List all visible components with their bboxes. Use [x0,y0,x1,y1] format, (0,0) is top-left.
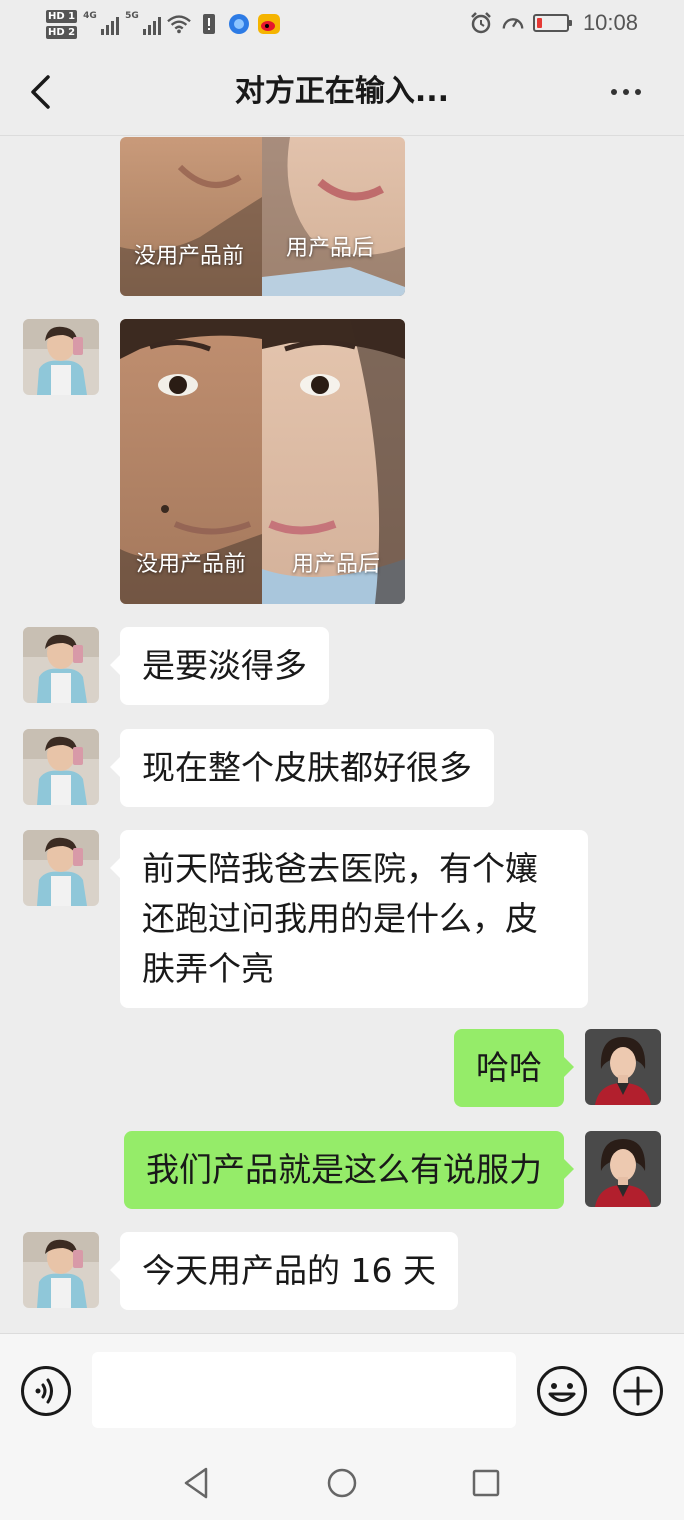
image-caption-after: 用产品后 [286,236,375,261]
image-message[interactable]: 没用产品前 用产品后 [120,137,405,296]
alarm-icon [469,11,493,35]
battery-level [536,18,542,28]
browser-icon [227,12,251,36]
nav-back-button[interactable] [180,1465,212,1501]
outgoing-message[interactable]: 我们产品就是这么有说服力 [124,1131,574,1209]
chat-title: 对方正在输入... [234,74,450,109]
image-message[interactable]: 没用产品前 用产品后 [120,319,405,604]
plus-button[interactable] [612,1365,664,1417]
chat-area[interactable]: 没用产品前 用产品后 没用产品前 用产品后 是要淡得多 现在整个皮肤都好很多 前… [0,137,684,1333]
emoji-button[interactable] [536,1365,588,1417]
system-nav-bar [0,1445,684,1520]
signal-4g-icon: 4G [83,9,120,39]
hd2-label: HD 2 [46,25,78,39]
outgoing-message[interactable]: 哈哈 [454,1029,574,1107]
battery-icon [532,14,572,32]
friend-avatar[interactable] [23,319,99,395]
message-input[interactable] [92,1352,516,1428]
friend-avatar[interactable] [23,1232,99,1308]
more-dot [623,89,629,95]
image-caption-before: 没用产品前 [134,244,245,269]
voice-button[interactable] [20,1365,72,1417]
image-caption-after: 用产品后 [292,552,381,577]
image-caption-before: 没用产品前 [136,552,247,577]
speed-icon [501,11,525,35]
friend-avatar[interactable] [23,830,99,906]
weibo-icon [257,12,281,36]
incoming-message[interactable]: 现在整个皮肤都好很多 [110,729,494,807]
clock: 10:08 [582,10,638,35]
more-button[interactable] [596,74,656,110]
net1-label: 4G [83,11,97,21]
hd-indicator: HD 1 HD 2 [46,9,78,39]
friend-avatar[interactable] [23,627,99,703]
my-avatar[interactable] [585,1029,661,1105]
chat-header: 对方正在输入... [0,48,684,136]
sim-alert-icon [197,12,221,36]
plus-icon [613,1366,663,1416]
voice-icon [21,1366,71,1416]
wifi-icon [167,12,191,36]
nav-home-button[interactable] [326,1465,358,1501]
nav-home-icon [327,1468,357,1498]
hd1-label: HD 1 [46,9,78,23]
status-right: 10:08 [469,8,638,38]
incoming-message[interactable]: 前天陪我爸去医院，有个孃还跑过问我用的是什么，皮肤弄个亮 [110,830,588,1008]
status-bar: HD 1 HD 2 4G 5G 10:08 [0,0,684,48]
emoji-icon [537,1366,587,1416]
chevron-left-icon [31,75,50,109]
incoming-message[interactable]: 是要淡得多 [110,627,329,705]
back-button[interactable] [18,70,62,114]
nav-recent-button[interactable] [470,1465,502,1501]
my-avatar[interactable] [585,1131,661,1207]
friend-avatar[interactable] [23,729,99,805]
nav-back-icon [184,1467,208,1499]
more-dots-icon [611,89,617,95]
nav-recent-icon [472,1469,500,1497]
status-left: HD 1 HD 2 4G 5G [46,4,281,44]
signal-5g-icon: 5G [125,9,162,39]
more-dot [635,89,641,95]
input-bar [0,1333,684,1445]
incoming-message[interactable]: 今天用产品的 16 天 [110,1232,458,1310]
net2-label: 5G [125,11,139,21]
